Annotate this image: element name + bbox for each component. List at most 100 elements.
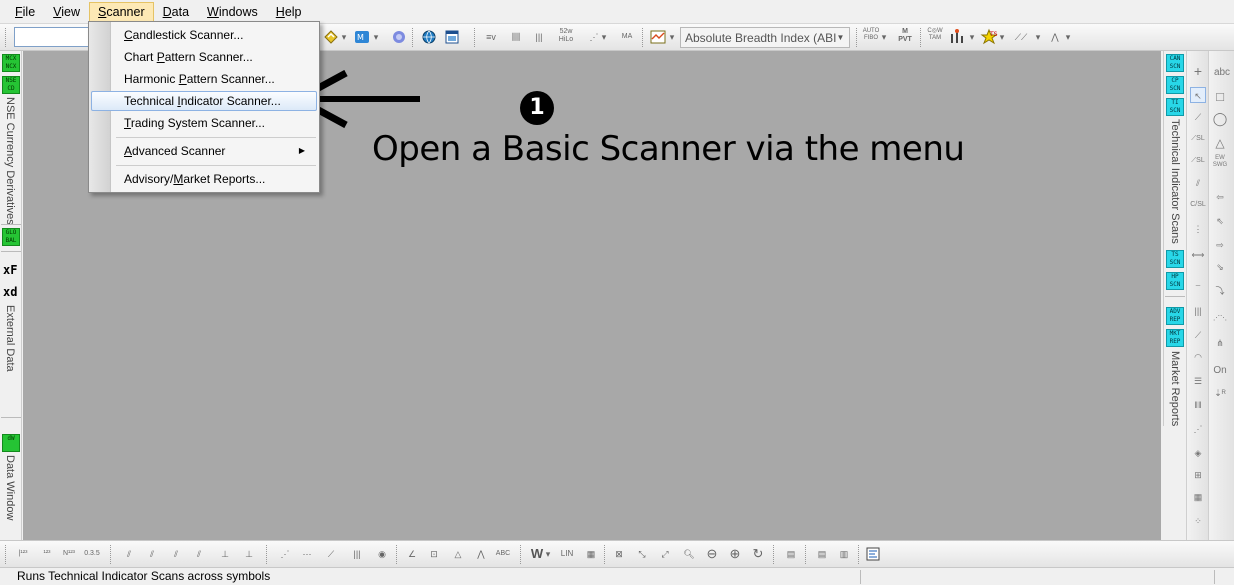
grid-diamond-icon[interactable]: ◈ <box>1190 445 1206 461</box>
regression-icon[interactable]: ⋯ <box>298 545 316 563</box>
properties-icon[interactable]: ▤ <box>782 545 800 563</box>
speed-fan-icon[interactable]: ⋰ <box>276 545 294 563</box>
level-lines-2-icon[interactable]: ⊥ <box>240 545 258 563</box>
circle-tool-icon[interactable]: ◉ <box>373 545 391 563</box>
arrow-right-tool-icon[interactable]: ⇨ <box>1212 237 1228 253</box>
window-icon[interactable] <box>443 28 461 46</box>
chevron-down-icon[interactable]: ▾ <box>998 28 1006 46</box>
cursor-r-icon[interactable]: ⇣ᴿ <box>1212 385 1228 401</box>
menu-scanner[interactable]: Scanner <box>89 1 154 22</box>
elliott-wave-icon[interactable]: EW SWG <box>1212 155 1228 171</box>
arrow-up-left-icon[interactable]: ⇖ <box>1212 213 1228 229</box>
ts-star-icon[interactable]: TS <box>980 28 998 46</box>
channel-sl-icon[interactable]: C/SL <box>1190 197 1206 213</box>
harmonic-pattern-scan-badge[interactable]: HP SCN <box>1166 272 1184 290</box>
mf-icon[interactable]: M <box>353 28 371 46</box>
snap-on-icon[interactable]: On <box>1212 363 1228 379</box>
toolbar-grip[interactable] <box>856 28 859 47</box>
triangle-icon[interactable]: △ <box>1212 135 1228 151</box>
technical-indicator-scan-badge[interactable]: TI SCN <box>1166 98 1184 116</box>
angle-icon[interactable]: ∠ <box>403 545 421 563</box>
gann-lines-3-icon[interactable]: ⫽ <box>167 545 185 563</box>
menu-item-chart-pattern-scanner[interactable]: Chart Pattern Scanner... <box>91 47 317 67</box>
toolbar-grip[interactable] <box>805 545 808 564</box>
grid-icon[interactable]: ⊞ <box>1190 467 1206 483</box>
menu-view[interactable]: View <box>44 2 89 22</box>
gann-lines-2-icon[interactable]: ⫽ <box>143 545 161 563</box>
ellipse-icon[interactable]: ◯ <box>1212 111 1228 127</box>
data-window-badge[interactable]: dW <box>2 434 20 452</box>
candlestick-scan-badge[interactable]: CAN SCN <box>1166 54 1184 72</box>
toolbar-grip[interactable] <box>642 28 645 47</box>
channel-icon[interactable]: ⫽ <box>1190 175 1206 191</box>
dotted-grid-icon[interactable]: ⁘ <box>1190 513 1206 529</box>
crosshair-icon[interactable]: + <box>1190 63 1206 79</box>
toolbar-grip[interactable] <box>474 28 477 47</box>
menu-item-advisory-market-reports[interactable]: Advisory/Market Reports... <box>91 169 317 189</box>
trendline-icon[interactable]: ⟋⟋ <box>1012 28 1030 46</box>
toolbar-grip[interactable] <box>396 545 399 564</box>
wave-123-alt-icon[interactable]: ¹²³ <box>38 545 56 563</box>
menu-data[interactable]: Data <box>154 2 198 22</box>
technical-indicator-scans-tab[interactable]: Technical Indicator Scans <box>1169 119 1181 244</box>
andrews-icon[interactable]: ⟋ <box>322 545 340 563</box>
arrow-left-tool-icon[interactable]: ⇦ <box>1212 189 1228 205</box>
trading-system-scan-badge[interactable]: TS SCN <box>1166 250 1184 268</box>
rectangle-icon[interactable]: □ <box>1212 89 1228 105</box>
triangle-pattern-icon[interactable]: △ <box>449 545 467 563</box>
cow-tam-icon[interactable]: C◎W TAM <box>926 28 944 46</box>
market-report-badge[interactable]: MKT REP <box>1166 329 1184 347</box>
nse-cd-badge[interactable]: NSE CD <box>2 76 20 94</box>
indicator-bars-icon[interactable] <box>948 28 966 46</box>
parallel-lines-icon[interactable]: ⎯ <box>1190 277 1206 293</box>
chart-pattern-scan-badge[interactable]: CP SCN <box>1166 76 1184 94</box>
speed-lines-icon[interactable]: ⟋ <box>1190 327 1206 343</box>
cycle-lines-icon[interactable]: ||| <box>348 545 366 563</box>
trend-sl-icon[interactable]: ⟋SL <box>1190 131 1206 147</box>
toolbar-grip[interactable] <box>266 545 269 564</box>
horizontal-line-icon[interactable]: ⟷ <box>1190 247 1206 263</box>
nse-currency-derivatives-tab[interactable]: NSE Currency Derivatives <box>4 97 16 225</box>
ray-sl-icon[interactable]: ⟋SL <box>1190 153 1206 169</box>
text-tool-icon[interactable]: abc <box>1212 65 1232 81</box>
wave-123-icon[interactable]: |¹²³ <box>14 545 32 563</box>
menu-windows[interactable]: Windows <box>198 2 267 22</box>
indicator-chart-icon[interactable] <box>649 28 667 46</box>
toolbar-grip[interactable] <box>412 28 415 47</box>
copy-doc-icon[interactable]: ▤ <box>813 545 831 563</box>
pattern-grid-icon[interactable]: ▦ <box>1190 489 1206 505</box>
wave-count-icon[interactable]: ⋰⋱ <box>1212 311 1228 327</box>
chevron-down-icon[interactable]: ▾ <box>544 545 552 563</box>
wave-035-icon[interactable]: 0.3.5 <box>83 545 101 563</box>
menu-item-technical-indicator-scanner[interactable]: Technical Indicator Scanner... <box>91 91 317 111</box>
refresh-icon[interactable]: ↻ <box>749 545 767 563</box>
toolbar-grip[interactable] <box>773 545 776 564</box>
zoom-in-icon[interactable]: ⊕ <box>726 545 744 563</box>
arrow-down-right-icon[interactable]: ⇘ <box>1212 259 1228 275</box>
toolbar-grip[interactable] <box>5 28 8 47</box>
toolbar-grip[interactable] <box>110 545 113 564</box>
fib-retracement-icon[interactable]: ☰ <box>1190 373 1206 389</box>
global-badge[interactable]: GLO BAL <box>2 228 20 246</box>
menu-file[interactable]: File <box>6 2 44 22</box>
toolbar-grip[interactable] <box>604 545 607 564</box>
ma-icon[interactable]: MA <box>618 28 636 46</box>
price-bars-icon[interactable]: ||| <box>530 28 548 46</box>
formula-icon[interactable]: xF <box>3 263 17 277</box>
globe-icon[interactable] <box>420 28 438 46</box>
arrow-turn-icon[interactable]: ⤵ <box>1212 283 1228 299</box>
gann-lines-icon[interactable]: ⫽ <box>120 545 138 563</box>
data-formula-icon[interactable]: xd <box>3 285 17 299</box>
head-shoulders-icon[interactable]: ⋀ <box>472 545 490 563</box>
menu-item-advanced-scanner[interactable]: Advanced Scanner ▶ <box>91 141 317 161</box>
auto-fibo-icon[interactable]: AUTO FIBO <box>862 28 880 46</box>
pitchfork-icon[interactable]: ⋔ <box>1212 335 1228 351</box>
script-edit-icon[interactable] <box>864 545 882 563</box>
52w-hilo-icon[interactable]: 52w HiLo <box>557 28 575 46</box>
fib-fan-icon[interactable]: ⋰ <box>1190 421 1206 437</box>
toolbar-grip[interactable] <box>520 545 523 564</box>
zoom-icon[interactable]: 🔍︎ <box>680 545 698 563</box>
symbol-input[interactable] <box>14 27 96 47</box>
vertical-line-icon[interactable]: ⋮ <box>1190 221 1206 237</box>
chevron-down-icon[interactable]: ▾ <box>968 28 976 46</box>
